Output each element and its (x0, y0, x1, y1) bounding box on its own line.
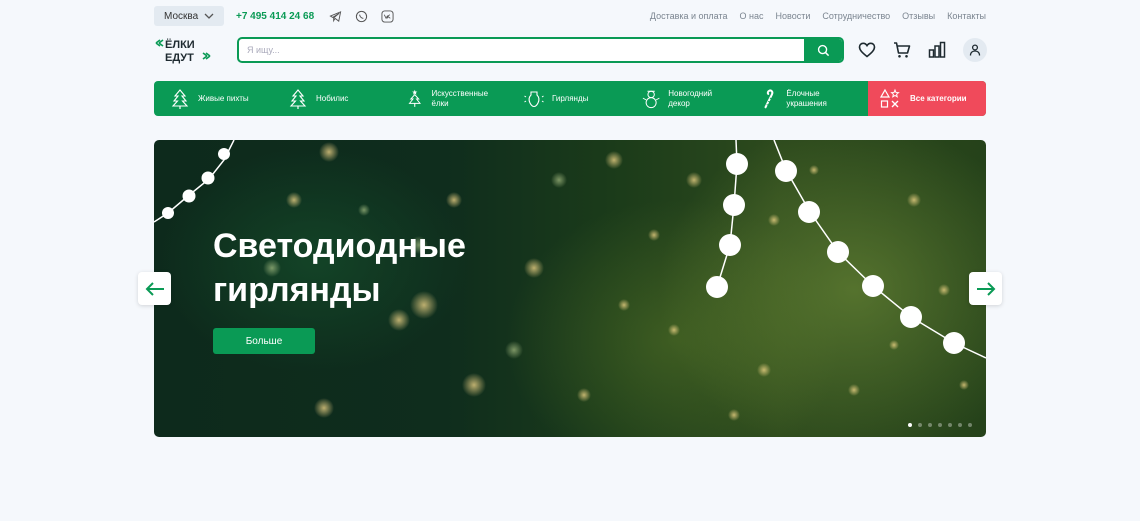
fir-tree-icon (289, 88, 307, 109)
hero-banner: Светодиодные гирлянды Больше (154, 140, 986, 437)
category-label: Ёлочные украшения (786, 88, 827, 108)
logo[interactable]: ЁЛКИ ЕДУТ (154, 35, 216, 65)
link-contacts[interactable]: Контакты (947, 11, 986, 21)
slider-dot[interactable] (918, 423, 922, 427)
link-reviews[interactable]: Отзывы (902, 11, 935, 21)
slider-dot[interactable] (948, 423, 952, 427)
slider-dot[interactable] (938, 423, 942, 427)
slider-dots (908, 423, 972, 427)
city-label: Москва (164, 10, 199, 22)
link-news[interactable]: Новости (776, 11, 811, 21)
top-bar: Москва +7 495 414 24 68 Доставка и оплат… (154, 6, 986, 26)
snowman-icon (642, 90, 660, 108)
logo-text-bottom: ЕДУТ (165, 52, 194, 64)
arrow-left-icon (145, 281, 164, 296)
compare-icon[interactable] (928, 41, 946, 59)
top-nav: Доставка и оплата О нас Новости Сотрудни… (650, 11, 986, 21)
cart-icon[interactable] (893, 41, 911, 59)
shapes-icon (880, 88, 900, 108)
slider-dot[interactable] (928, 423, 932, 427)
phone-link[interactable]: +7 495 414 24 68 (236, 11, 314, 22)
hero-title: Светодиодные гирлянды (213, 224, 533, 312)
whatsapp-icon[interactable] (354, 9, 368, 23)
all-categories-label: Все категории (910, 94, 967, 103)
link-about[interactable]: О нас (740, 11, 764, 21)
category-live-firs[interactable]: Живые пихты (170, 81, 249, 116)
hero-title-line-1: Светодиодные (213, 227, 466, 265)
search-input[interactable] (239, 39, 804, 61)
link-delivery[interactable]: Доставка и оплата (650, 11, 728, 21)
category-nobilis[interactable]: Нобилис (288, 81, 348, 116)
arrow-right-icon (976, 281, 995, 296)
bulb-icon (524, 90, 544, 107)
category-label: Искусственные ёлки (431, 88, 489, 108)
category-tree-ornaments[interactable]: Ёлочные украшения (760, 81, 856, 116)
category-label: Новогодний декор (668, 88, 713, 108)
fir-tree-icon (171, 88, 189, 109)
chevron-down-icon (204, 13, 214, 19)
search-icon (817, 44, 829, 56)
all-categories-button[interactable]: Все категории (868, 81, 986, 116)
heart-icon[interactable] (858, 41, 876, 59)
category-label: Живые пихты (198, 93, 249, 103)
slider-dot[interactable] (908, 423, 912, 427)
user-icon[interactable] (963, 38, 987, 62)
candy-cane-icon (764, 89, 774, 108)
hero-more-button[interactable]: Больше (213, 328, 315, 354)
slider-prev-button[interactable] (138, 272, 171, 305)
search-box (237, 37, 844, 63)
city-selector[interactable]: Москва (154, 6, 224, 26)
star-tree-icon (408, 89, 422, 107)
logo-text-top: ЁЛКИ (165, 38, 195, 51)
category-new-year-decor[interactable]: Новогодний декор (642, 81, 730, 116)
slider-dot[interactable] (958, 423, 962, 427)
search-button[interactable] (804, 39, 842, 61)
slider-dot[interactable] (968, 423, 972, 427)
category-label: Нобилис (316, 93, 349, 103)
link-cooperation[interactable]: Сотрудничество (822, 11, 890, 21)
category-garlands[interactable]: Гирлянды (524, 81, 588, 116)
social-links (328, 9, 394, 23)
telegram-icon[interactable] (328, 9, 342, 23)
category-label: Гирлянды (552, 93, 589, 103)
vk-icon[interactable] (380, 9, 394, 23)
slider-next-button[interactable] (969, 272, 1002, 305)
category-nav: Живые пихты Нобилис Искусственные ёлки Г… (154, 81, 986, 116)
category-artificial-trees[interactable]: Искусственные ёлки (406, 81, 498, 116)
header-actions (858, 35, 987, 65)
hero-title-line-2: гирлянды (213, 271, 381, 309)
header: ЁЛКИ ЕДУТ (154, 35, 987, 65)
